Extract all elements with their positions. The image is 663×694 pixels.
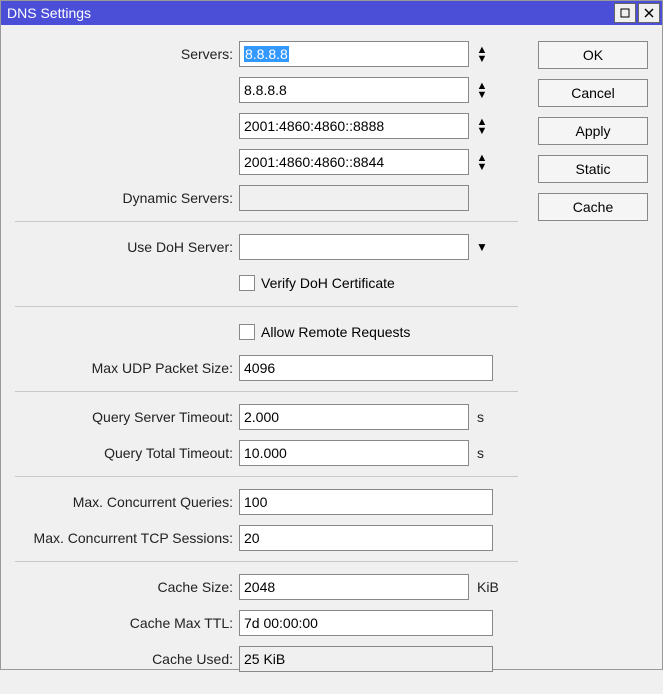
server-input-1[interactable] xyxy=(239,77,469,103)
cache-button[interactable]: Cache xyxy=(538,193,648,221)
max-conc-queries-input[interactable] xyxy=(239,489,493,515)
form-area: Servers: 8.8.8.8 ▲▼ ▲▼ ▲▼ xyxy=(15,39,538,680)
server-3-spinner[interactable]: ▲▼ xyxy=(473,149,491,175)
query-server-timeout-input[interactable] xyxy=(239,404,469,430)
unit-kib: KiB xyxy=(473,579,499,595)
server-input-2[interactable] xyxy=(239,113,469,139)
divider xyxy=(15,561,518,562)
titlebar: DNS Settings xyxy=(1,1,662,25)
dropdown-icon[interactable]: ▼ xyxy=(473,234,491,260)
allow-remote-checkbox[interactable] xyxy=(239,324,255,340)
divider xyxy=(15,221,518,222)
max-conc-tcp-input[interactable] xyxy=(239,525,493,551)
dynamic-servers-input xyxy=(239,185,469,211)
query-total-timeout-input[interactable] xyxy=(239,440,469,466)
server-input-0[interactable]: 8.8.8.8 xyxy=(239,41,469,67)
apply-button[interactable]: Apply xyxy=(538,117,648,145)
window-title: DNS Settings xyxy=(7,5,614,21)
cancel-button[interactable]: Cancel xyxy=(538,79,648,107)
use-doh-label: Use DoH Server: xyxy=(15,239,239,255)
divider xyxy=(15,306,518,307)
server-0-spinner[interactable]: ▲▼ xyxy=(473,41,491,67)
query-total-timeout-label: Query Total Timeout: xyxy=(15,445,239,461)
divider xyxy=(15,391,518,392)
server-2-spinner[interactable]: ▲▼ xyxy=(473,113,491,139)
divider xyxy=(15,476,518,477)
servers-label: Servers: xyxy=(15,46,239,62)
cache-size-label: Cache Size: xyxy=(15,579,239,595)
max-conc-tcp-label: Max. Concurrent TCP Sessions: xyxy=(15,530,239,546)
ok-button[interactable]: OK xyxy=(538,41,648,69)
max-udp-label: Max UDP Packet Size: xyxy=(15,360,239,376)
cache-size-input[interactable] xyxy=(239,574,469,600)
unit-seconds: s xyxy=(473,445,484,461)
allow-remote-label: Allow Remote Requests xyxy=(261,324,410,340)
button-column: OK Cancel Apply Static Cache xyxy=(538,39,648,221)
dynamic-servers-label: Dynamic Servers: xyxy=(15,190,239,206)
use-doh-select[interactable] xyxy=(239,234,469,260)
cache-used-label: Cache Used: xyxy=(15,651,239,667)
cache-max-ttl-label: Cache Max TTL: xyxy=(15,615,239,631)
dns-settings-window: DNS Settings Servers: 8.8.8.8 ▲▼ ▲▼ xyxy=(0,0,663,670)
max-conc-queries-label: Max. Concurrent Queries: xyxy=(15,494,239,510)
unit-seconds: s xyxy=(473,409,484,425)
static-button[interactable]: Static xyxy=(538,155,648,183)
chevron-down-icon: ▼ xyxy=(477,91,488,99)
verify-doh-label: Verify DoH Certificate xyxy=(261,275,395,291)
chevron-down-icon: ▼ xyxy=(477,55,488,63)
query-server-timeout-label: Query Server Timeout: xyxy=(15,409,239,425)
minimize-button[interactable] xyxy=(614,3,636,23)
verify-doh-checkbox[interactable] xyxy=(239,275,255,291)
chevron-down-icon: ▼ xyxy=(477,163,488,171)
chevron-down-icon: ▼ xyxy=(477,127,488,135)
server-1-spinner[interactable]: ▲▼ xyxy=(473,77,491,103)
close-button[interactable] xyxy=(638,3,660,23)
cache-max-ttl-input[interactable] xyxy=(239,610,493,636)
cache-used-input xyxy=(239,646,493,672)
server-input-3[interactable] xyxy=(239,149,469,175)
max-udp-input[interactable] xyxy=(239,355,493,381)
